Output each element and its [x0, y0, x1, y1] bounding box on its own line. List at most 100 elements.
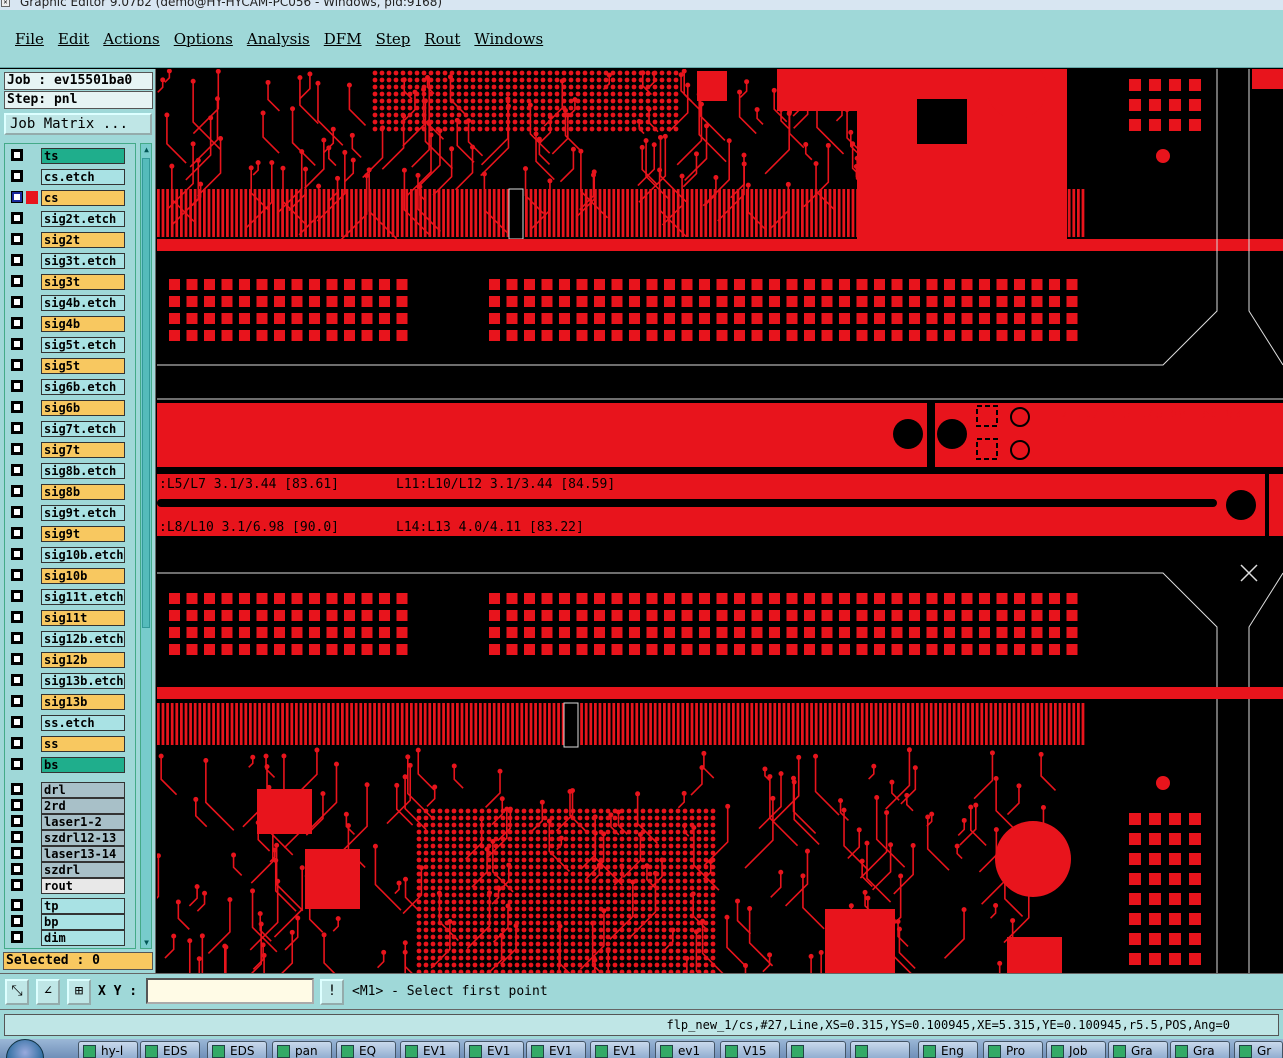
layer-name[interactable]: sig11t.etch [41, 589, 125, 605]
pcb-view[interactable]: L2:L1/L3 3.1/6.98 [86.63]:L5/L7 3.1/3.44… [157, 69, 1283, 973]
layer-name[interactable]: sig5t.etch [41, 337, 125, 353]
taskbar-item[interactable]: Gra [1170, 1041, 1230, 1058]
layer-checkbox[interactable] [11, 359, 23, 371]
menu-file[interactable]: File [8, 30, 51, 48]
layer-name[interactable]: 2rd [41, 798, 125, 814]
job-matrix-button[interactable]: Job Matrix ... [4, 113, 152, 135]
layer-row[interactable]: szdrl12-13 [5, 829, 135, 846]
layer-row[interactable]: sig9t.etch [5, 504, 135, 521]
start-button[interactable] [6, 1039, 44, 1058]
scroll-down-icon[interactable]: ▼ [142, 938, 151, 947]
layer-name[interactable]: sig13b [41, 694, 125, 710]
layer-name[interactable]: rout [41, 878, 125, 894]
layer-name[interactable]: sig12b.etch [41, 631, 125, 647]
layer-name[interactable]: sig6b [41, 400, 125, 416]
layer-row[interactable]: sig10b [5, 567, 135, 584]
layer-row[interactable]: sig8b [5, 483, 135, 500]
layer-name[interactable]: cs [41, 190, 125, 206]
scroll-thumb[interactable] [142, 158, 150, 628]
layer-checkbox[interactable] [11, 915, 23, 927]
layer-row[interactable]: sig7t.etch [5, 420, 135, 437]
layer-name[interactable]: sig8b.etch [41, 463, 125, 479]
layer-name[interactable]: ss [41, 736, 125, 752]
layer-name[interactable]: szdrl [41, 862, 125, 878]
layer-name[interactable]: sig9t [41, 526, 125, 542]
layer-checkbox[interactable] [11, 443, 23, 455]
taskbar-item[interactable]: V15 [720, 1041, 780, 1058]
layer-name[interactable]: bp [41, 914, 125, 930]
layer-checkbox[interactable] [11, 632, 23, 644]
taskbar-item[interactable]: Gr [1234, 1041, 1283, 1058]
layer-checkbox[interactable] [11, 674, 23, 686]
layer-name[interactable]: sig4b.etch [41, 295, 125, 311]
layer-checkbox[interactable] [11, 931, 23, 943]
layer-row[interactable]: sig8b.etch [5, 462, 135, 479]
layer-checkbox[interactable] [11, 506, 23, 518]
layer-row[interactable]: rout [5, 877, 135, 894]
layer-name[interactable]: sig3t [41, 274, 125, 290]
layer-name[interactable]: sig2t [41, 232, 125, 248]
layer-name[interactable]: sig8b [41, 484, 125, 500]
layer-row[interactable]: sig9t [5, 525, 135, 542]
layer-name[interactable]: dim [41, 930, 125, 946]
layer-row[interactable]: sig13b [5, 693, 135, 710]
layer-row[interactable]: sig10b.etch [5, 546, 135, 563]
layer-checkbox[interactable] [11, 611, 23, 623]
layer-row[interactable]: sig3t.etch [5, 252, 135, 269]
layer-row[interactable]: ss [5, 735, 135, 752]
layer-checkbox[interactable] [11, 317, 23, 329]
layer-row[interactable]: szdrl [5, 861, 135, 878]
layer-row[interactable]: cs.etch [5, 168, 135, 185]
layer-row[interactable]: sig4b.etch [5, 294, 135, 311]
layer-row[interactable]: tp [5, 897, 135, 914]
layer-row[interactable]: sig3t [5, 273, 135, 290]
layer-checkbox[interactable] [11, 569, 23, 581]
layer-name[interactable]: sig9t.etch [41, 505, 125, 521]
layer-name[interactable]: sig6b.etch [41, 379, 125, 395]
layer-name[interactable]: sig4b [41, 316, 125, 332]
layer-checkbox[interactable] [11, 149, 23, 161]
layer-row[interactable]: sig12b.etch [5, 630, 135, 647]
taskbar-item[interactable]: EV1 [464, 1041, 524, 1058]
taskbar-item[interactable] [786, 1041, 846, 1058]
layer-name[interactable]: cs.etch [41, 169, 125, 185]
layer-checkbox[interactable] [11, 170, 23, 182]
layer-row[interactable]: cs [5, 189, 135, 206]
layer-checkbox[interactable] [11, 716, 23, 728]
layer-checkbox[interactable] [11, 212, 23, 224]
taskbar-item[interactable]: hy-l [78, 1041, 138, 1058]
layer-checkbox[interactable] [11, 695, 23, 707]
layer-row[interactable]: 2rd [5, 797, 135, 814]
menu-dfm[interactable]: DFM [317, 30, 369, 48]
taskbar-item[interactable]: EDS [140, 1041, 200, 1058]
layer-row[interactable]: sig6b.etch [5, 378, 135, 395]
taskbar-item[interactable]: Eng [918, 1041, 978, 1058]
measure-icon[interactable]: ∠ [36, 979, 60, 1005]
menu-options[interactable]: Options [167, 30, 240, 48]
layer-checkbox[interactable] [11, 847, 23, 859]
layer-name[interactable]: szdrl12-13 [41, 830, 125, 846]
layer-row[interactable]: sig4b [5, 315, 135, 332]
layer-checkbox[interactable] [11, 590, 23, 602]
layer-row[interactable]: ss.etch [5, 714, 135, 731]
zoom-box-icon[interactable]: ⤡ [5, 979, 29, 1005]
layer-checkbox[interactable] [11, 783, 23, 795]
graphic-canvas[interactable]: L2:L1/L3 3.1/6.98 [86.63]:L5/L7 3.1/3.44… [157, 69, 1283, 973]
layer-row[interactable]: sig12b [5, 651, 135, 668]
xy-input[interactable] [146, 978, 314, 1004]
layer-name[interactable]: sig2t.etch [41, 211, 125, 227]
layer-row[interactable]: laser1-2 [5, 813, 135, 830]
layer-checkbox[interactable] [11, 254, 23, 266]
taskbar-item[interactable]: EDS [207, 1041, 267, 1058]
layer-checkbox[interactable] [11, 737, 23, 749]
taskbar-item[interactable]: EV1 [400, 1041, 460, 1058]
taskbar-item[interactable]: EQ [336, 1041, 396, 1058]
taskbar-item[interactable]: EV1 [590, 1041, 650, 1058]
menu-rout[interactable]: Rout [417, 30, 467, 48]
layer-name[interactable]: ss.etch [41, 715, 125, 731]
layer-checkbox[interactable] [11, 191, 23, 203]
layer-name[interactable]: sig5t [41, 358, 125, 374]
layer-checkbox[interactable] [11, 485, 23, 497]
layer-row[interactable]: bp [5, 913, 135, 930]
layer-checkbox[interactable] [11, 380, 23, 392]
